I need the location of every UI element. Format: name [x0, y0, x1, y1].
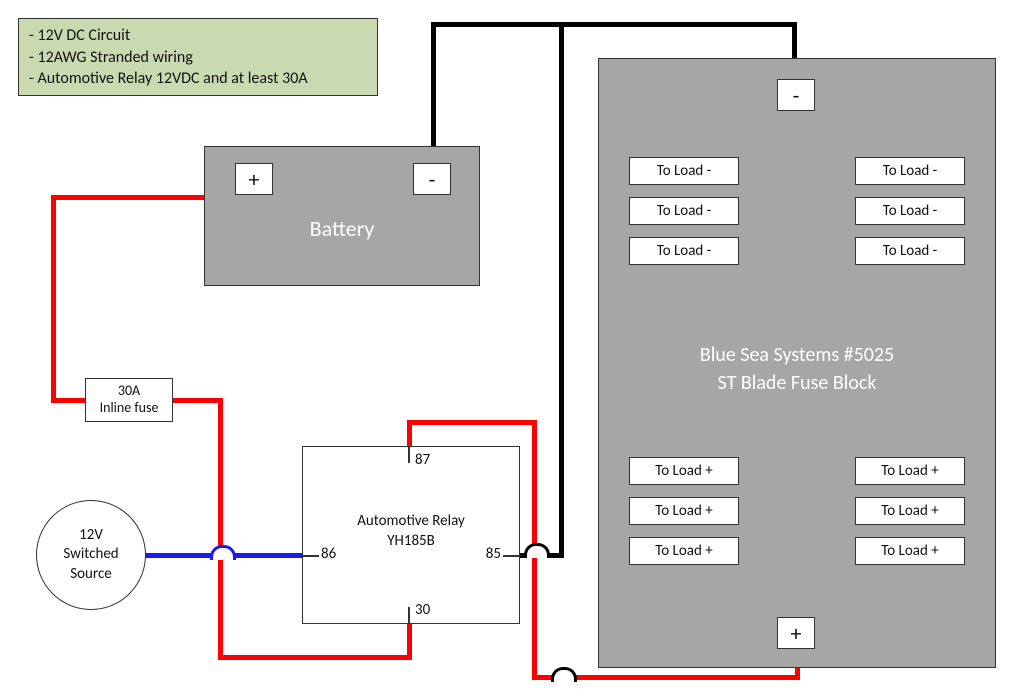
- battery-block: Battery + -: [204, 146, 480, 286]
- load-neg-label: To Load -: [855, 157, 965, 185]
- source-line: 12V: [79, 526, 103, 546]
- battery-pos-terminal: +: [235, 163, 273, 195]
- relay-pin-85: 85: [486, 545, 501, 563]
- load-pos-label: To Load +: [855, 537, 965, 565]
- battery-label: Battery: [205, 215, 479, 242]
- wire-battery-pos: [51, 398, 88, 403]
- relay-pin-tick: [408, 447, 410, 463]
- load-neg-label: To Load -: [629, 157, 739, 185]
- fuse-block-pos-terminal: +: [777, 617, 815, 649]
- info-line: - 12V DC Circuit: [29, 25, 367, 47]
- wire-relay-85: [559, 22, 564, 558]
- load-pos-label: To Load +: [629, 497, 739, 525]
- relay-title-line: Automotive Relay: [303, 511, 519, 531]
- switched-source: 12V Switched Source: [36, 500, 146, 610]
- fuse-block-title: Blue Sea Systems #5025 ST Blade Fuse Blo…: [599, 341, 995, 397]
- relay-pin-tick: [503, 555, 519, 557]
- relay-pin-30: 30: [415, 601, 430, 619]
- wire-hop: [210, 545, 236, 560]
- fuse-block-title-line: ST Blade Fuse Block: [599, 369, 995, 397]
- wire-hop: [524, 543, 550, 558]
- wire-battery-neg-to-bus: [431, 22, 797, 27]
- load-neg-label: To Load -: [855, 237, 965, 265]
- wire-hop: [551, 667, 577, 682]
- battery-neg-terminal: -: [413, 163, 451, 195]
- wire-battery-neg-to-bus: [431, 22, 436, 150]
- wire-fuse-to-relay: [407, 622, 412, 660]
- source-line: Source: [70, 565, 112, 585]
- info-line: - Automotive Relay 12VDC and at least 30…: [29, 68, 367, 90]
- source-line: Switched: [63, 545, 118, 565]
- wire-fuse-to-relay: [171, 398, 223, 403]
- diagram-canvas: - 12V DC Circuit - 12AWG Stranded wiring…: [0, 0, 1014, 698]
- load-neg-label: To Load -: [629, 237, 739, 265]
- load-pos-label: To Load +: [855, 497, 965, 525]
- relay-pin-tick: [303, 555, 319, 557]
- inline-fuse-line: 30A: [118, 383, 140, 400]
- relay-pin-86: 86: [321, 545, 336, 563]
- load-pos-label: To Load +: [629, 537, 739, 565]
- fuse-block: - Blue Sea Systems #5025 ST Blade Fuse B…: [598, 58, 996, 668]
- load-neg-label: To Load -: [855, 197, 965, 225]
- wire-battery-pos: [51, 195, 56, 400]
- load-neg-label: To Load -: [629, 197, 739, 225]
- info-line: - 12AWG Stranded wiring: [29, 47, 367, 69]
- relay-block: Automotive Relay YH185B 87 86 85 30: [302, 446, 520, 624]
- fuse-block-neg-terminal: -: [777, 79, 815, 111]
- load-pos-label: To Load +: [629, 457, 739, 485]
- inline-fuse: 30A Inline fuse: [85, 378, 173, 422]
- fuse-block-title-line: Blue Sea Systems #5025: [599, 341, 995, 369]
- info-box: - 12V DC Circuit - 12AWG Stranded wiring…: [18, 18, 378, 96]
- relay-pin-tick: [408, 607, 410, 623]
- wire-fuse-to-relay: [218, 655, 412, 660]
- wire-fuse-to-relay: [218, 398, 223, 660]
- inline-fuse-line: Inline fuse: [100, 400, 159, 417]
- wire-relay-to-fuseblock: [407, 420, 537, 425]
- load-pos-label: To Load +: [855, 457, 965, 485]
- relay-pin-87: 87: [415, 451, 430, 469]
